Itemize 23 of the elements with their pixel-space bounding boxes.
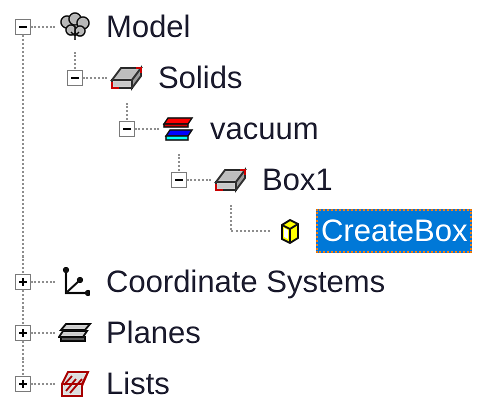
expand-toggle[interactable] [15, 324, 31, 340]
slab-icon [214, 166, 247, 192]
axes-icon [62, 266, 90, 296]
stacked-plates-icon [58, 322, 92, 342]
tree-item[interactable]: Solids [153, 56, 248, 100]
tree-item[interactable]: Model [101, 4, 196, 48]
expand-toggle[interactable] [67, 70, 83, 86]
expand-toggle[interactable] [15, 274, 31, 290]
expand-toggle[interactable] [15, 376, 31, 392]
layered-slabs-icon [162, 116, 194, 140]
tree-item[interactable]: Box1 [257, 158, 338, 202]
tree-item[interactable]: Coordinate Systems [101, 260, 390, 304]
tree-item[interactable]: Lists [101, 362, 175, 406]
tree-item[interactable]: vacuum [205, 106, 324, 150]
cluster-icon [60, 12, 90, 40]
expand-toggle[interactable] [15, 18, 31, 34]
tree-item[interactable]: CreateBox [316, 208, 472, 252]
slab-icon [110, 64, 143, 90]
expand-toggle[interactable] [119, 120, 135, 136]
tree-item[interactable]: Planes [101, 310, 206, 354]
cube-icon [281, 218, 299, 244]
expand-toggle[interactable] [171, 172, 187, 188]
hatched-slab-icon [61, 370, 90, 396]
